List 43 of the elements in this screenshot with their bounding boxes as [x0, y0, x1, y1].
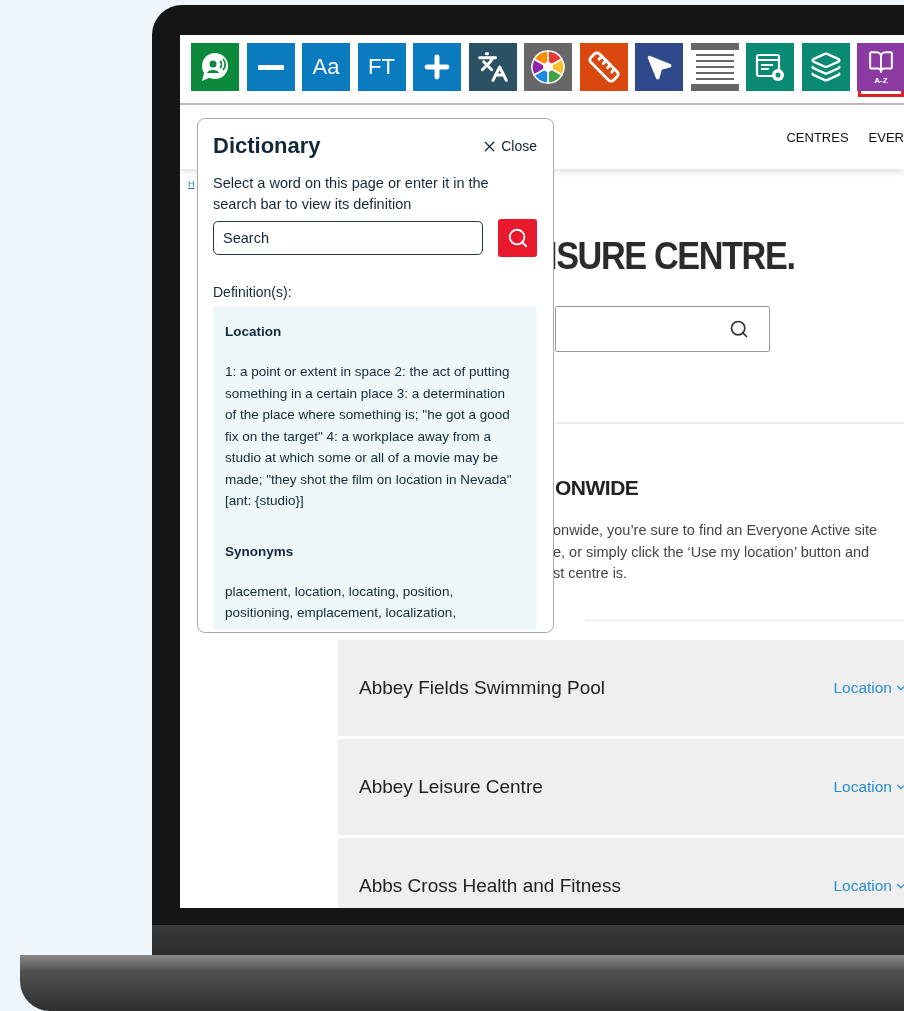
section-heading: ONWIDE: [555, 476, 640, 500]
minus-icon: [257, 64, 284, 70]
toolbar-button[interactable]: [413, 43, 461, 91]
book-icon: [868, 49, 894, 75]
toolbar-button[interactable]: [635, 43, 683, 91]
ruler-icon: [586, 50, 621, 84]
toolbar-button[interactable]: [468, 43, 517, 91]
panel-title: Dictionary: [213, 133, 321, 159]
search-input[interactable]: Search: [213, 221, 483, 255]
layers-icon: [809, 51, 842, 83]
nav-link[interactable]: EVER: [868, 129, 904, 145]
search-button[interactable]: [498, 219, 537, 257]
centre-row[interactable]: Abbs Cross Health and Fitness Location: [338, 837, 904, 908]
toolbar-button[interactable]: [524, 43, 572, 91]
page-eye-icon: [755, 52, 785, 82]
definitions-label: Definition(s):: [213, 284, 293, 300]
search-field[interactable]: [555, 306, 770, 352]
centre-row[interactable]: Abbey Fields Swimming Pool Location: [338, 639, 904, 736]
toolbar-button[interactable]: [191, 43, 239, 91]
toolbar-button[interactable]: Aa: [302, 43, 350, 91]
centre-name: Abbey Fields Swimming Pool: [359, 676, 606, 699]
intro-text: onwide, you’re sure to find an Everyone Active site e, or simply click the ‘Use my location’ button and st centre is.: [553, 521, 878, 583]
speech-bubble-icon: [200, 52, 230, 82]
toolbar-button[interactable]: [246, 43, 295, 91]
color-wheel-icon: [531, 50, 565, 84]
toolbar-button[interactable]: [579, 43, 628, 91]
nav-link[interactable]: CENTRES: [786, 129, 849, 145]
toolbar-button[interactable]: FT: [357, 43, 406, 91]
breadcrumb-link[interactable]: H: [188, 179, 195, 189]
entry-heading: Location: [225, 324, 283, 339]
entry-text: 1: a point or extent in space 2: the act of putting something in a certain place 3: a determination of the place where something is; "he got a good fix on the target" 4: a workplace away from a studio at which some or all of a movie may be made; "they shot the film on location in Nevada" [ant: {studio}]: [225, 363, 513, 510]
search-icon: [506, 227, 529, 249]
toolbar-button[interactable]: [801, 43, 850, 91]
centre-row[interactable]: Abbey Leisure Centre Location: [338, 738, 904, 835]
entry-heading: Synonyms: [225, 543, 295, 559]
search-icon: [729, 319, 749, 339]
entry-text: placement, location, locating, position, positioning, emplacement, localization,: [225, 582, 458, 622]
centre-name: Abbey Leisure Centre: [359, 775, 543, 798]
toolbar-button[interactable]: [746, 43, 794, 91]
close-button[interactable]: Close: [481, 137, 537, 155]
instruction-text: Select a word on this page or enter it in the search bar to view its definition: [213, 174, 490, 214]
centre-name: Abbs Cross Health and Fitness: [359, 874, 621, 897]
translate-icon: [476, 51, 509, 83]
